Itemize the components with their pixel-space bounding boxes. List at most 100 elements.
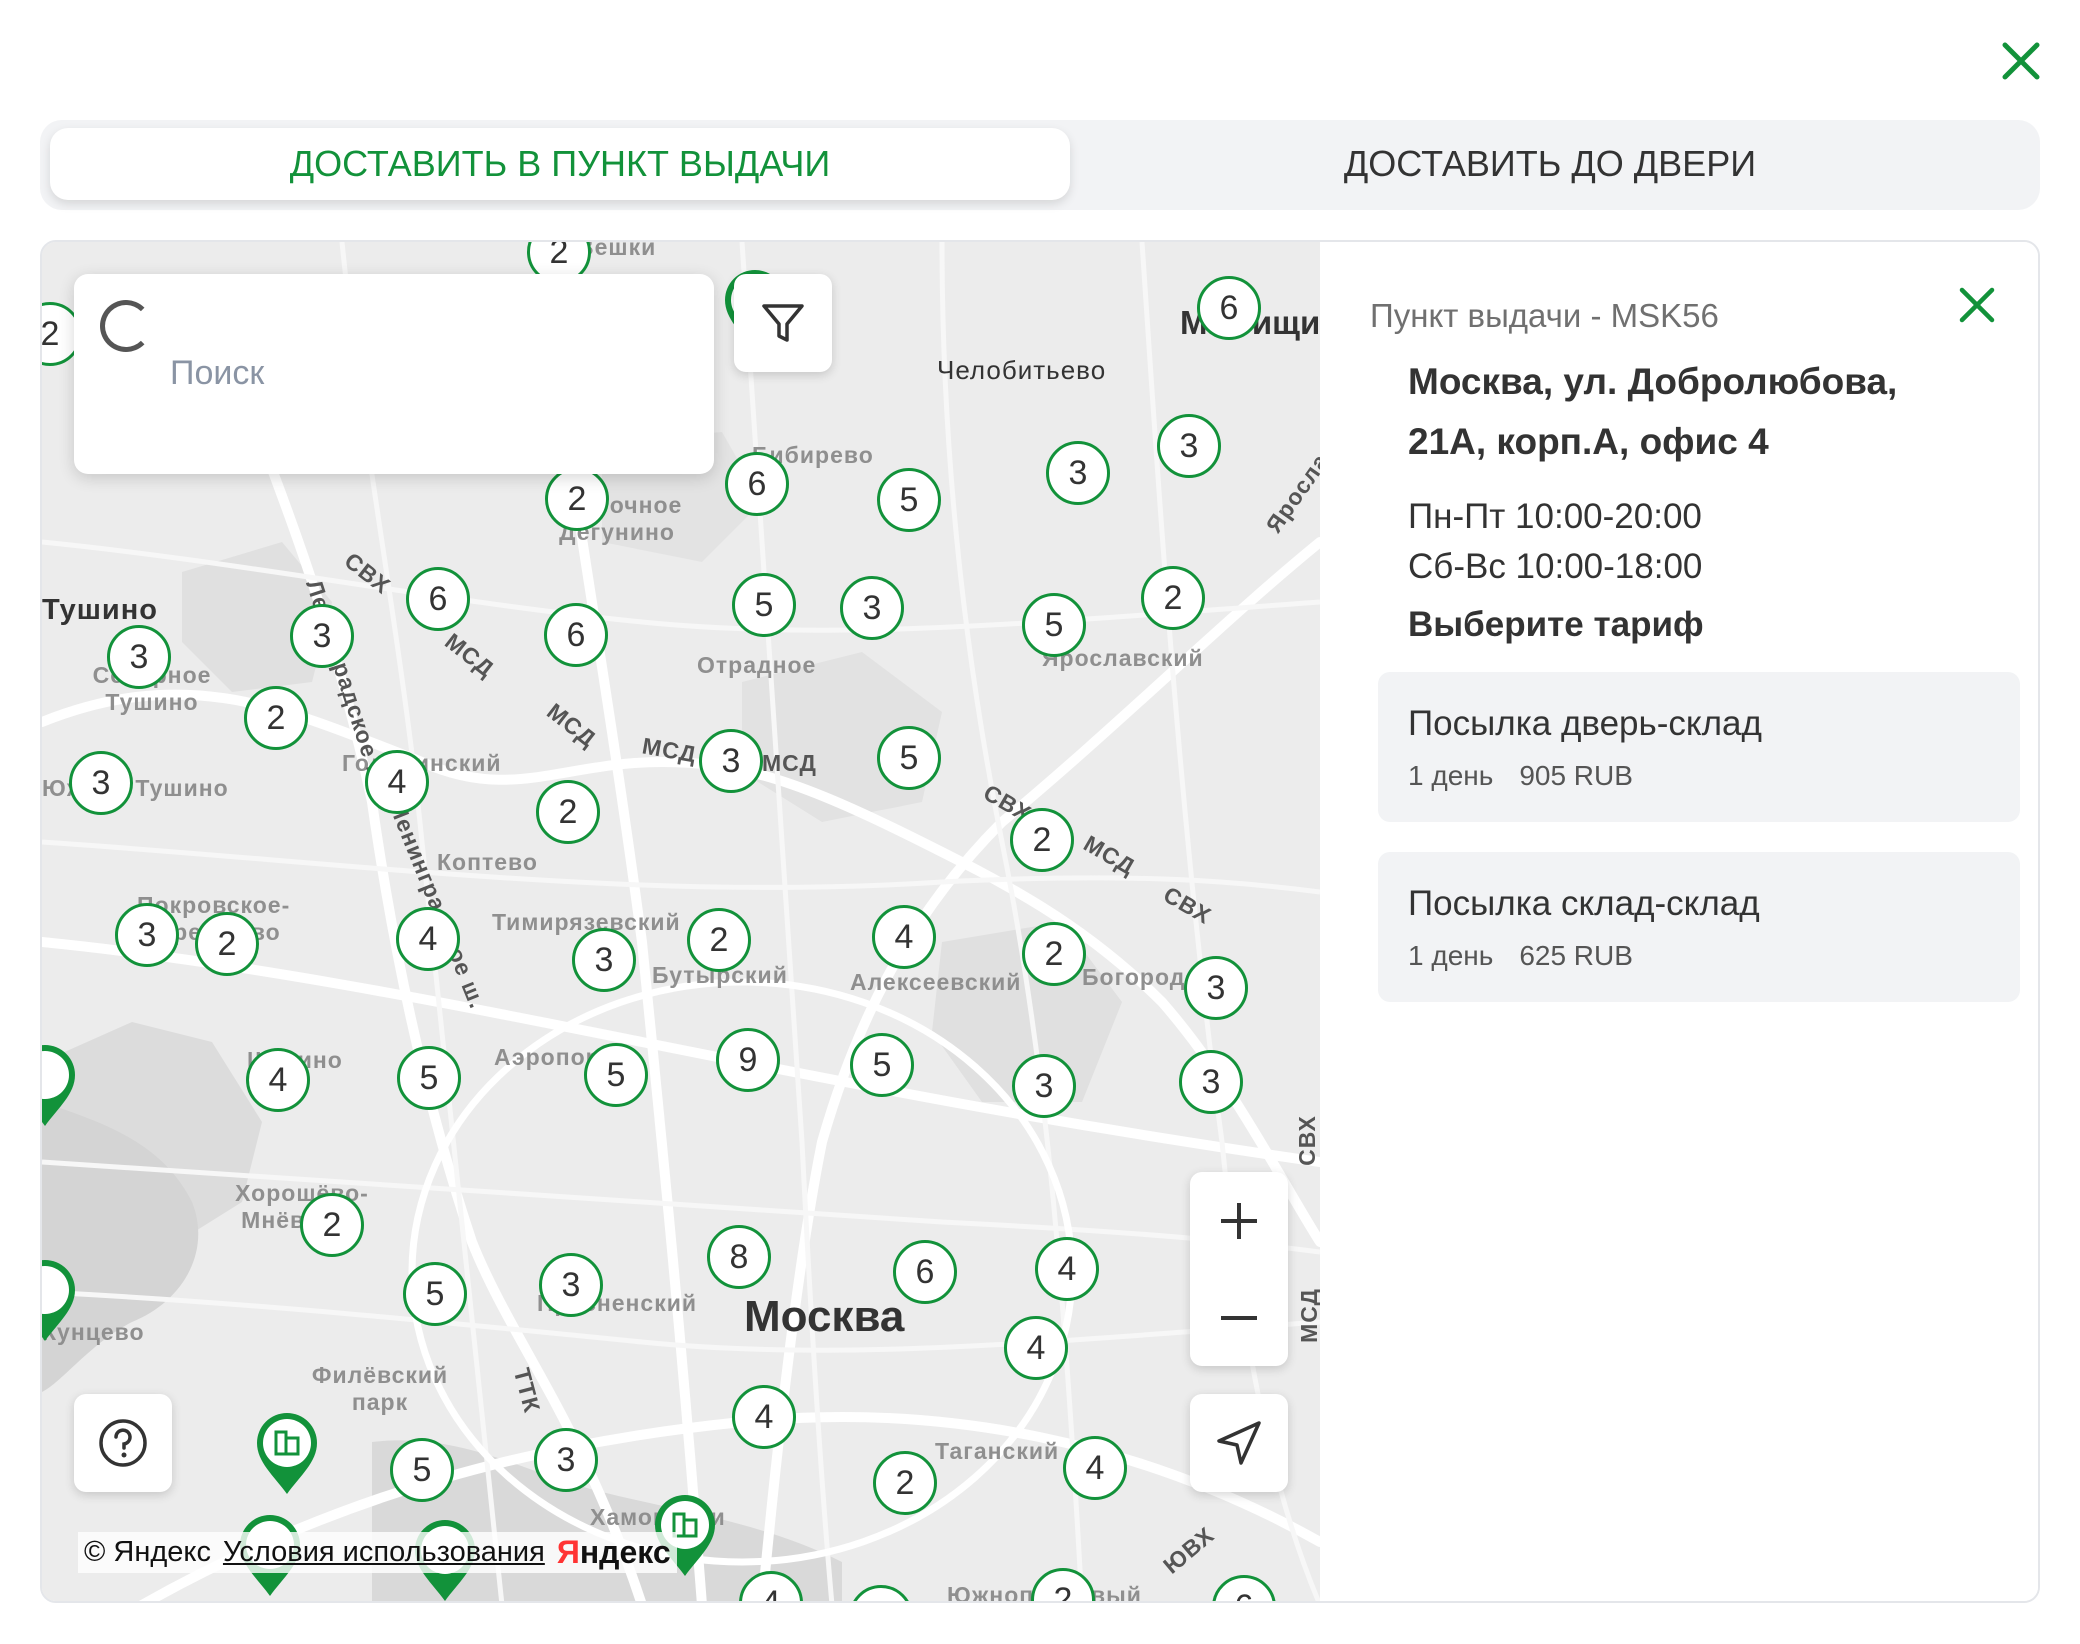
cluster-marker[interactable]: 5 <box>397 1046 461 1110</box>
cluster-marker[interactable]: 3 <box>290 604 354 668</box>
cluster-marker[interactable]: 4 <box>246 1048 310 1112</box>
cluster-marker[interactable]: 3 <box>1184 956 1248 1020</box>
modal-close-button[interactable] <box>1995 35 2047 87</box>
tariff-price: 625 RUB <box>1519 940 1633 971</box>
cluster-marker[interactable]: 6 <box>1197 276 1261 340</box>
zoom-control <box>1190 1172 1288 1366</box>
pickup-point-pin[interactable] <box>254 1410 320 1496</box>
district-label-text: Челобитьево <box>937 355 1107 385</box>
cluster-marker[interactable]: 4 <box>872 905 936 969</box>
cluster-marker[interactable]: 5 <box>390 1438 454 1502</box>
terms-link[interactable]: Условия использования <box>223 1536 545 1569</box>
cluster-marker[interactable]: 3 <box>1179 1050 1243 1114</box>
cluster-marker[interactable]: 3 <box>115 903 179 967</box>
tariff-name: Посылка дверь-склад <box>1408 704 1762 743</box>
city-label: Москва <box>744 1292 905 1341</box>
cluster-marker[interactable]: 3 <box>534 1428 598 1492</box>
cluster-marker[interactable]: 9 <box>716 1028 780 1092</box>
district-label: Коптево <box>437 849 538 875</box>
cluster-marker[interactable]: 4 <box>1004 1316 1068 1380</box>
info-close-button[interactable] <box>1952 280 2002 330</box>
cluster-marker[interactable]: 6 <box>406 567 470 631</box>
cluster-marker[interactable]: 5 <box>732 573 796 637</box>
cluster-marker[interactable]: 6 <box>893 1240 957 1304</box>
loading-spinner-icon <box>100 300 152 352</box>
cluster-marker[interactable]: 3 <box>840 576 904 640</box>
building-pin-icon <box>257 1413 317 1494</box>
tariff-option[interactable]: Посылка склад-склад 1 день 625 RUB <box>1378 852 2020 1002</box>
pickup-point-pin[interactable] <box>42 1257 78 1343</box>
cluster-marker[interactable]: 2 <box>1141 566 1205 630</box>
filter-icon <box>762 304 804 342</box>
map-frame: Вешки Мытищи Челобитьево Бибирево Восточ… <box>40 240 2040 1603</box>
tariff-option[interactable]: Посылка дверь-склад 1 день 905 RUB <box>1378 672 2020 822</box>
cluster-marker[interactable]: 2 <box>536 780 600 844</box>
cluster-marker[interactable]: 3 <box>539 1253 603 1317</box>
cluster-marker[interactable]: 5 <box>403 1262 467 1326</box>
cluster-marker[interactable]: 2 <box>687 908 751 972</box>
cluster-marker[interactable]: 6 <box>544 603 608 667</box>
cluster-marker[interactable]: 2 <box>545 467 609 531</box>
district-label: Таганский <box>935 1438 1060 1464</box>
cluster-marker[interactable]: 2 <box>195 912 259 976</box>
tariff-price: 905 RUB <box>1519 760 1633 791</box>
navigation-arrow-icon <box>1217 1421 1261 1465</box>
geolocation-button[interactable] <box>1190 1394 1288 1492</box>
district-label: Челобитьево <box>937 357 1106 384</box>
cluster-marker[interactable]: 2 <box>244 686 308 750</box>
plus-icon <box>1221 1202 1257 1239</box>
tariff-meta: 1 день 625 RUB <box>1408 940 1633 972</box>
district-label: Алексеевский <box>850 969 1022 995</box>
road-label: МСД <box>762 750 817 776</box>
zoom-out-button[interactable] <box>1190 1269 1288 1366</box>
cluster-marker[interactable]: 5 <box>850 1033 914 1097</box>
cluster-marker[interactable]: 5 <box>877 726 941 790</box>
help-button[interactable] <box>74 1394 172 1492</box>
map[interactable]: Вешки Мытищи Челобитьево Бибирево Восточ… <box>42 242 1320 1601</box>
tariff-meta: 1 день 905 RUB <box>1408 760 1633 792</box>
help-icon <box>99 1419 147 1467</box>
district-label: Отрадное <box>697 652 817 678</box>
cluster-marker[interactable]: 3 <box>1157 414 1221 478</box>
cluster-marker[interactable]: 5 <box>584 1043 648 1107</box>
cluster-marker[interactable]: 4 <box>365 750 429 814</box>
filter-button[interactable] <box>734 274 832 372</box>
tariff-days: 1 день <box>1408 940 1494 971</box>
cluster-marker[interactable]: 5 <box>1022 593 1086 657</box>
road-label: СВХ <box>1293 1115 1320 1166</box>
search-panel <box>74 274 714 474</box>
district-label: Тушино <box>42 594 158 626</box>
cluster-marker[interactable]: 3 <box>69 751 133 815</box>
cluster-marker[interactable]: 4 <box>396 907 460 971</box>
tab-pickup-point[interactable]: ДОСТАВИТЬ В ПУНКТ ВЫДАЧИ <box>50 128 1070 200</box>
copyright-text: © Яндекс <box>84 1536 211 1568</box>
cluster-marker[interactable]: 2 <box>300 1193 364 1257</box>
district-label: Филёвский парк <box>311 1362 449 1415</box>
pickup-point-title: Пункт выдачи - MSK56 <box>1370 297 1719 334</box>
delivery-mode-tabs: ДОСТАВИТЬ В ПУНКТ ВЫДАЧИ ДОСТАВИТЬ ДО ДВ… <box>40 120 2040 210</box>
cluster-marker[interactable]: 3 <box>699 729 763 793</box>
cluster-marker[interactable]: 3 <box>1046 441 1110 505</box>
road-label: МСД <box>1295 1288 1320 1343</box>
cluster-marker[interactable]: 4 <box>1063 1436 1127 1500</box>
cluster-marker[interactable]: 4 <box>732 1385 796 1449</box>
cluster-marker[interactable]: 3 <box>107 625 171 689</box>
cluster-marker[interactable]: 2 <box>1022 922 1086 986</box>
zoom-in-button[interactable] <box>1190 1172 1288 1269</box>
cluster-marker[interactable]: 6 <box>725 452 789 516</box>
cluster-marker[interactable]: 3 <box>572 928 636 992</box>
cluster-marker[interactable]: 3 <box>1012 1054 1076 1118</box>
cluster-marker[interactable]: 2 <box>873 1451 937 1515</box>
tab-door-delivery[interactable]: ДОСТАВИТЬ ДО ДВЕРИ <box>1070 128 2030 200</box>
cluster-marker[interactable]: 4 <box>1035 1237 1099 1301</box>
cluster-marker[interactable]: 2 <box>1010 808 1074 872</box>
cluster-marker[interactable]: 5 <box>877 468 941 532</box>
building-pin-icon <box>42 1045 75 1126</box>
working-hours-weekdays: Пн-Пт 10:00-20:00 <box>1408 497 1702 536</box>
yandex-logo: Яндекс <box>556 1534 671 1570</box>
close-icon <box>2002 42 2040 80</box>
pickup-point-pin[interactable] <box>42 1042 78 1128</box>
map-copyright: © Яндекс Условия использования Яндекс <box>78 1532 677 1573</box>
cluster-marker[interactable]: 8 <box>707 1225 771 1289</box>
search-input[interactable] <box>170 338 670 408</box>
